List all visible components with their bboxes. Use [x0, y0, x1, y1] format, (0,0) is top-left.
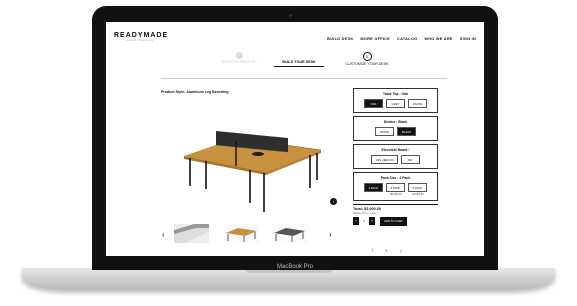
electrical-board-title: Electrical Board :	[381, 148, 410, 152]
table-top-card: Table Top : Oak OAK GREY WHITE	[353, 88, 438, 113]
chevron-left-icon[interactable]: ‹	[162, 230, 165, 239]
thumbnail-grey-desk[interactable]	[272, 224, 307, 243]
option-4-pack[interactable]: 4 PACK	[386, 183, 405, 192]
nav-link-catalog[interactable]: CATALOG	[397, 37, 417, 41]
pack-size-card: Pack Size : 2 Pack 2 PACK 4 PACK +$3,000…	[353, 172, 438, 201]
steps-divider	[161, 78, 447, 79]
active-step-underline	[274, 66, 324, 67]
configurator-panel: Table Top : Oak OAK GREY WHITE Divider :…	[353, 88, 438, 226]
step-label: BUILD YOUR DESK	[282, 60, 316, 64]
step-dot-icon	[235, 52, 243, 59]
progress-steps: SELECT FURNITURE BUILD YOUR DESK 2 CUSTO…	[106, 52, 484, 72]
top-navigation: READYMADE OFFICE FURNITURE BUILD DESK MO…	[106, 22, 484, 44]
social-links: f ♦ ℘	[372, 248, 403, 254]
step-number-circle: 2	[362, 52, 372, 61]
divider-title: Divider : Black	[383, 120, 408, 124]
option-4-pack-price: +$3,000.00	[389, 192, 402, 196]
camera-icon	[289, 14, 292, 17]
desk-product-image	[184, 131, 322, 212]
info-icon[interactable]: i	[330, 198, 337, 205]
add-to-cart-button[interactable]: ADD TO CART	[380, 216, 407, 226]
thumbnail-oak-desk[interactable]	[224, 224, 259, 243]
chevron-right-icon[interactable]: ›	[329, 230, 332, 239]
table-top-title: Table Top : Oak	[383, 92, 408, 96]
minus-icon[interactable]: −	[353, 217, 359, 225]
option-oak[interactable]: OAK	[364, 99, 383, 108]
site-logo-subtitle: OFFICE FURNITURE	[126, 40, 154, 42]
thumbnail-closeup[interactable]	[174, 224, 209, 243]
quantity-value[interactable]: 1	[361, 219, 367, 223]
option-electrical-no[interactable]: NO	[400, 155, 420, 164]
total-price: Total: $3,000.00	[353, 206, 381, 211]
pack-size-title: Pack Size : 2 Pack	[380, 176, 411, 180]
option-2-pack[interactable]: 2 PACK	[364, 183, 383, 192]
thumbnail-carousel: ‹ ›	[162, 222, 340, 246]
option-divider-black[interactable]: BLACK	[397, 127, 416, 136]
option-6-pack[interactable]: 6 PACK	[408, 183, 427, 192]
facebook-icon[interactable]: f	[372, 248, 373, 254]
site-logo[interactable]: READYMADE	[114, 32, 168, 39]
nav-link-more-office[interactable]: MORE OFFICE	[360, 37, 390, 41]
step-select-furniture[interactable]: SELECT FURNITURE	[214, 52, 264, 64]
nav-link-build-desk[interactable]: BUILD DESK	[327, 37, 353, 41]
option-white[interactable]: WHITE	[408, 99, 427, 108]
pinterest-icon[interactable]: ℘	[400, 248, 403, 254]
step-build-your-desk[interactable]: BUILD YOUR DESK	[274, 60, 324, 67]
divider-card: Divider : Black WHITE BLACK	[353, 116, 438, 141]
electrical-board-card: Electrical Board : YES +$100.00 NO	[353, 144, 438, 169]
option-grey[interactable]: GREY	[386, 99, 405, 108]
option-divider-white[interactable]: WHITE	[375, 127, 394, 136]
twitter-icon[interactable]: ♦	[385, 248, 387, 254]
quantity-stepper: − 1 + ADD TO CART	[353, 216, 438, 226]
product-style-title: Product Style: Aluminum Leg Benching	[161, 90, 229, 94]
website-screen: READYMADE OFFICE FURNITURE BUILD DESK MO…	[106, 22, 484, 256]
step-label: CUSTOMIZE YOUR DESK	[345, 62, 389, 66]
quantity-label: Website Price / 1 sets	[353, 211, 377, 215]
option-6-pack-price: +$4,000.00	[411, 192, 424, 196]
option-electrical-yes[interactable]: YES +$100.00	[371, 155, 398, 164]
nav-link-who-we-are[interactable]: WHO WE ARE	[424, 37, 452, 41]
total-divider	[353, 203, 438, 205]
step-customize-your-desk[interactable]: 2 CUSTOMIZE YOUR DESK	[338, 52, 396, 66]
step-label: SELECT FURNITURE	[221, 60, 257, 64]
plus-icon[interactable]: +	[369, 217, 375, 225]
device-label: MacBook Pro	[276, 264, 313, 270]
nav-link-sign-in[interactable]: SIGN IN	[460, 37, 476, 41]
